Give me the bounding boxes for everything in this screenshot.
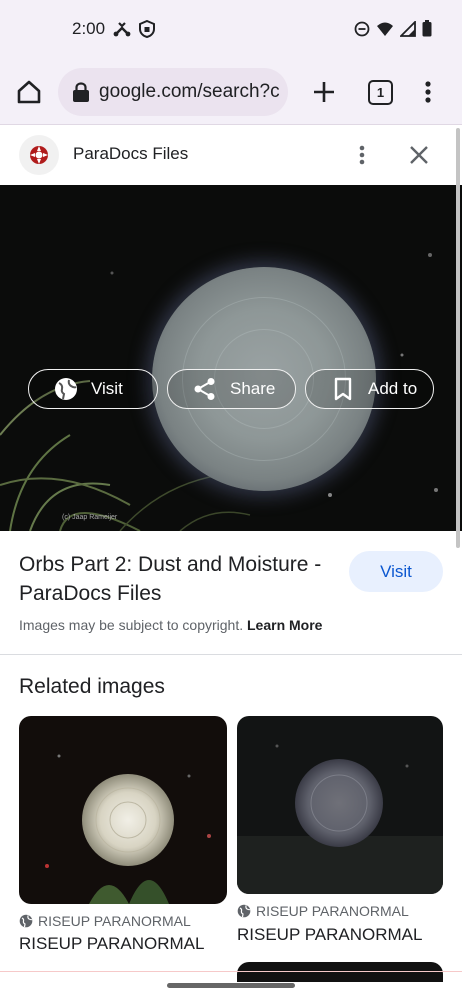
section-divider bbox=[0, 654, 462, 655]
bookmark-icon bbox=[330, 376, 356, 402]
more-vert-icon bbox=[359, 145, 365, 165]
browser-menu-button[interactable] bbox=[416, 76, 440, 108]
visit-pill-label: Visit bbox=[91, 379, 123, 398]
status-right-icons bbox=[354, 19, 432, 42]
source-name[interactable]: ParaDocs Files bbox=[73, 144, 188, 164]
visit-button[interactable]: Visit bbox=[349, 551, 443, 592]
gesture-nav-handle[interactable] bbox=[167, 983, 295, 988]
related-image-card[interactable]: RISEUP PARANORMAL RISEUP PARANORMAL bbox=[237, 716, 443, 944]
tab-count: 1 bbox=[376, 85, 385, 100]
paradocs-logo-icon bbox=[30, 146, 48, 164]
share-icon bbox=[192, 376, 218, 402]
related-image-card-partial[interactable] bbox=[237, 962, 443, 982]
preview-image[interactable]: (c) Jaap Rameijer Visit Share Add to bbox=[0, 185, 462, 531]
share-pill-button[interactable]: Share bbox=[167, 369, 296, 409]
related-source-label: RISEUP PARANORMAL bbox=[256, 903, 409, 919]
related-title[interactable]: RISEUP PARANORMAL bbox=[237, 925, 422, 945]
related-thumbnail[interactable] bbox=[19, 716, 227, 904]
result-info: Orbs Part 2: Dust and Moisture - ParaDoc… bbox=[0, 531, 462, 655]
related-thumbnail[interactable] bbox=[237, 716, 443, 894]
result-title[interactable]: Orbs Part 2: Dust and Moisture - ParaDoc… bbox=[19, 550, 344, 608]
tab-switcher-button[interactable]: 1 bbox=[368, 80, 393, 105]
home-icon bbox=[17, 80, 41, 104]
status-bar: 2:00 bbox=[0, 0, 462, 60]
wifi-icon bbox=[376, 21, 394, 42]
globe-icon bbox=[53, 376, 79, 402]
battery-icon bbox=[422, 20, 432, 42]
copyright-text: Images may be subject to copyright. bbox=[19, 617, 244, 633]
visit-pill-button[interactable]: Visit bbox=[28, 369, 158, 409]
related-source: RISEUP PARANORMAL bbox=[19, 913, 191, 929]
url-text: google.com/search?c bbox=[99, 81, 280, 102]
browser-toolbar: google.com/search?c 1 bbox=[0, 60, 462, 124]
plus-icon bbox=[314, 82, 334, 102]
related-source: RISEUP PARANORMAL bbox=[237, 903, 409, 919]
image-credit: (c) Jaap Rameijer bbox=[62, 514, 118, 521]
status-time: 2:00 bbox=[72, 19, 106, 38]
source-logo[interactable] bbox=[19, 135, 59, 175]
status-left-icons bbox=[113, 19, 155, 43]
globe-icon bbox=[237, 904, 251, 918]
do-not-disturb-icon bbox=[354, 21, 370, 42]
scrollbar[interactable] bbox=[456, 128, 460, 548]
learn-more-link[interactable]: Learn More bbox=[247, 617, 322, 633]
new-tab-button[interactable] bbox=[308, 76, 340, 108]
related-source-label: RISEUP PARANORMAL bbox=[38, 913, 191, 929]
copyright-notice: Images may be subject to copyright. Lear… bbox=[19, 617, 322, 633]
globe-icon bbox=[19, 914, 33, 928]
more-vert-icon bbox=[425, 81, 431, 103]
orb-thumbnail-1 bbox=[45, 754, 211, 904]
shield-icon bbox=[139, 19, 155, 43]
close-button[interactable] bbox=[405, 141, 433, 169]
related-title[interactable]: RISEUP PARANORMAL bbox=[19, 934, 204, 954]
related-images-heading: Related images bbox=[19, 675, 165, 698]
orb-thumbnail-2 bbox=[237, 744, 443, 894]
bottom-edge bbox=[0, 971, 462, 972]
share-pill-label: Share bbox=[230, 379, 276, 398]
address-bar[interactable]: google.com/search?c bbox=[58, 68, 288, 116]
source-header: ParaDocs Files bbox=[0, 125, 462, 185]
close-icon bbox=[410, 146, 428, 164]
related-image-card[interactable]: RISEUP PARANORMAL RISEUP PARANORMAL bbox=[19, 716, 227, 953]
cell-signal-icon bbox=[398, 19, 416, 42]
source-more-button[interactable] bbox=[350, 141, 374, 169]
add-to-pill-button[interactable]: Add to bbox=[305, 369, 434, 409]
add-to-pill-label: Add to bbox=[368, 379, 418, 398]
network-icon bbox=[113, 20, 131, 43]
home-button[interactable] bbox=[13, 76, 45, 108]
lock-icon bbox=[73, 82, 89, 102]
